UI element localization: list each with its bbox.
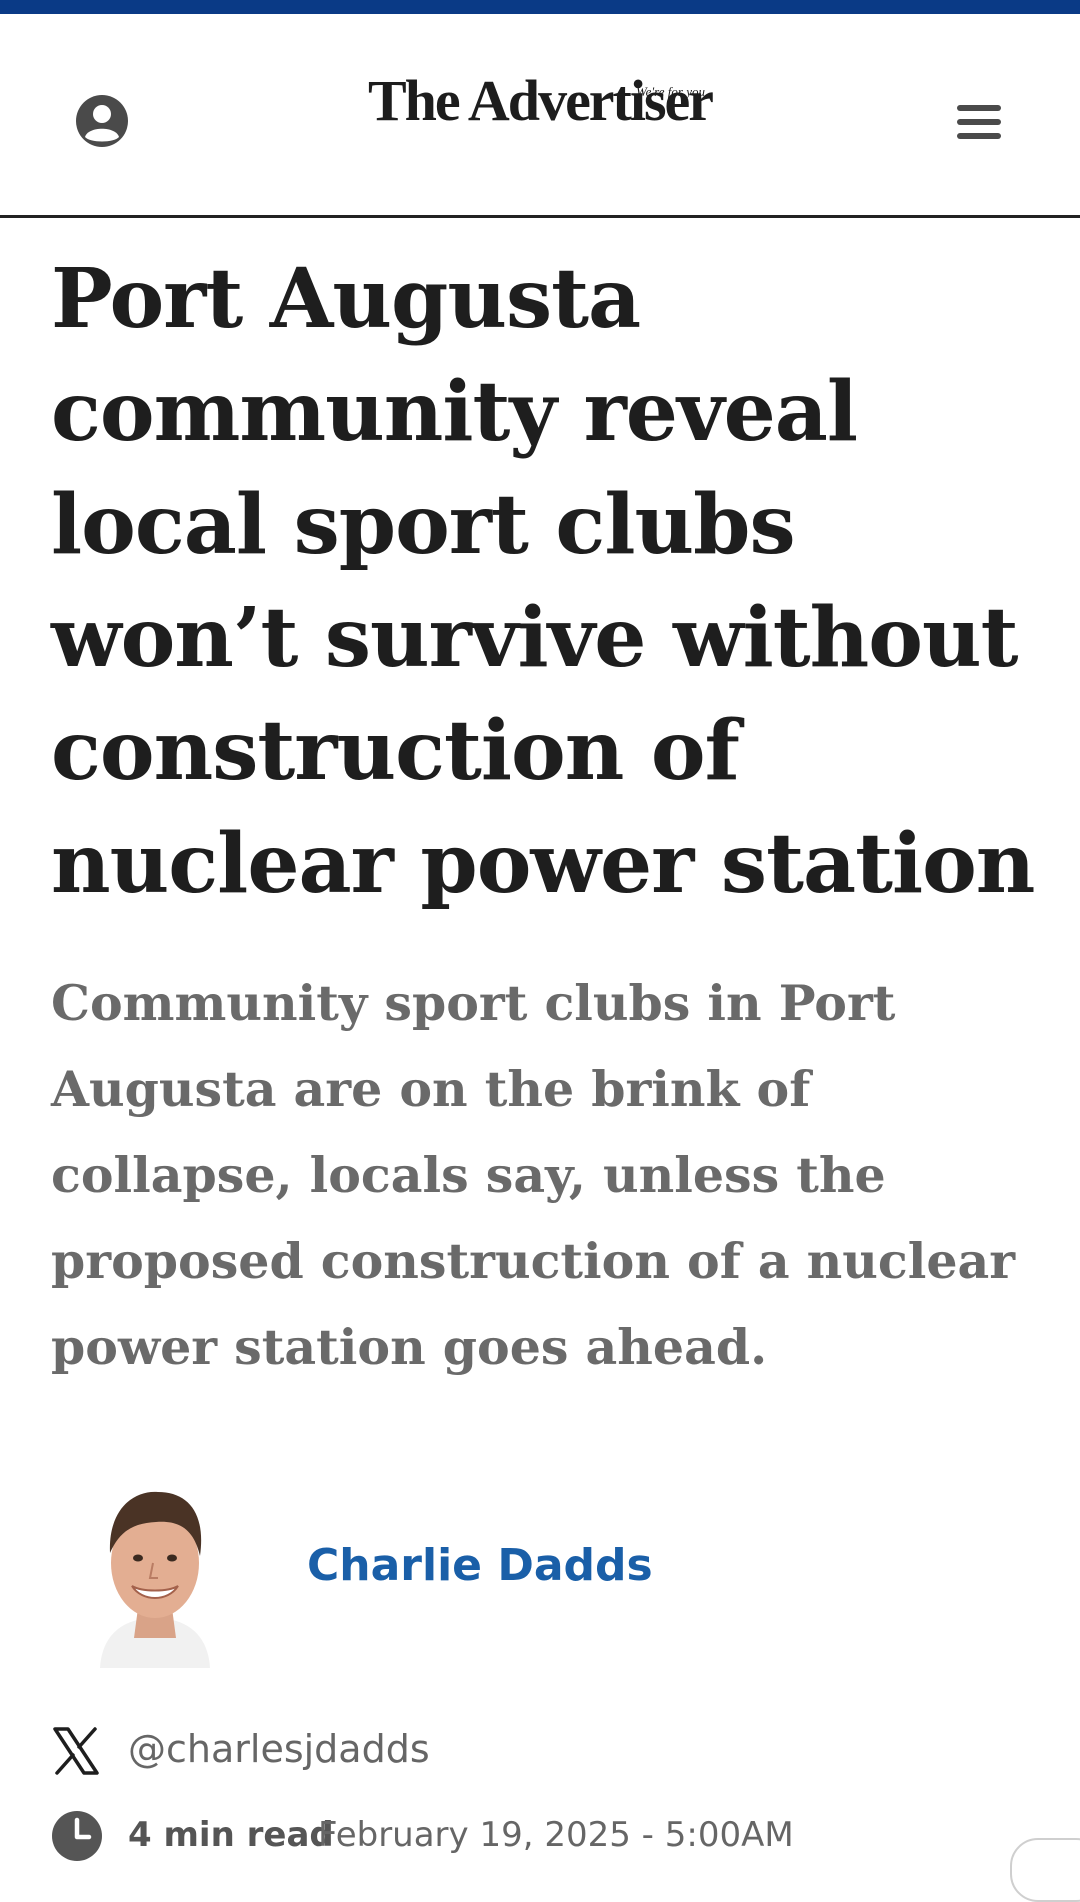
publish-date: February 19, 2025 - 5:00AM — [318, 1815, 794, 1855]
site-logo[interactable]: The Advertiser — [0, 72, 1080, 130]
hamburger-menu-icon — [957, 105, 1001, 139]
logo-tagline: We're for you — [636, 84, 705, 99]
site-header: The Advertiser We're for you — [0, 14, 1080, 218]
clock-icon — [51, 1810, 103, 1862]
author-photo[interactable] — [80, 1468, 230, 1668]
read-time: 4 min read — [128, 1815, 334, 1855]
logo-wordmark: The Advertiser — [367, 68, 714, 133]
author-x-handle[interactable]: @charlesjdadds — [128, 1727, 430, 1771]
x-logo-icon — [51, 1726, 101, 1776]
author-headshot — [100, 1491, 210, 1668]
brand-top-bar — [0, 0, 1080, 14]
menu-button[interactable] — [954, 99, 1004, 145]
article-headline: Port Augusta community reveal local spor… — [51, 251, 1035, 912]
author-name-link[interactable]: Charlie Dadds — [307, 1540, 653, 1591]
floating-action-widget[interactable] — [1010, 1838, 1080, 1902]
article-standfirst: Community sport clubs in Port Augusta ar… — [51, 974, 1016, 1376]
